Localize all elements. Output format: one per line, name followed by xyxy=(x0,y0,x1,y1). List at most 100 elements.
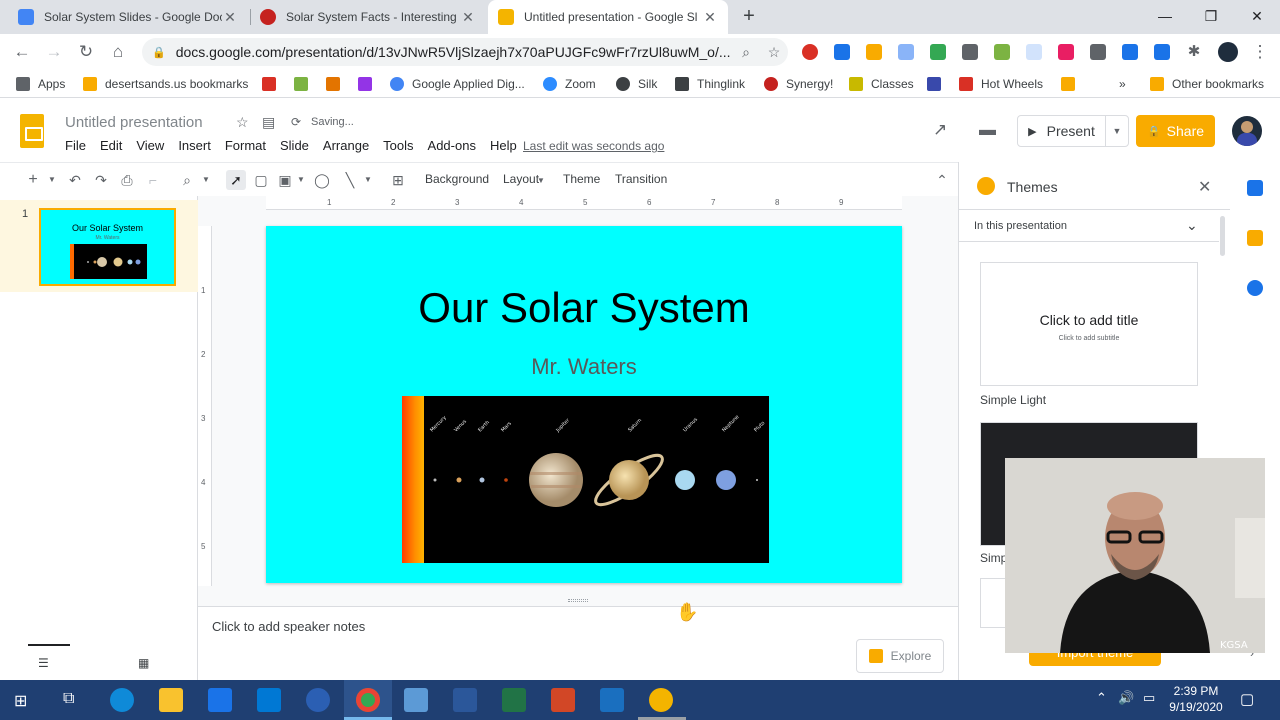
solar-system-image[interactable]: Mercury Venus Earth Mars Jupiter Saturn … xyxy=(402,396,769,563)
close-tab-icon[interactable]: ✕ xyxy=(702,9,718,26)
image-dropdown-icon[interactable]: ▼ xyxy=(296,170,306,190)
screencast-icon[interactable] xyxy=(649,688,673,712)
publisher-icon[interactable] xyxy=(600,688,624,712)
browser-icon[interactable] xyxy=(306,688,330,712)
menu-tools[interactable]: Tools xyxy=(376,138,420,156)
collapse-toolbar-icon[interactable]: ⌃ xyxy=(933,170,951,190)
zoom-icon[interactable]: ⌕ xyxy=(732,44,760,61)
document-title[interactable]: Untitled presentation xyxy=(65,114,203,131)
menu-arrange[interactable]: Arrange xyxy=(316,138,376,156)
bookmark-google-applied[interactable]: Google Applied Dig... xyxy=(390,76,525,92)
file-explorer-icon[interactable] xyxy=(159,688,183,712)
new-slide-plus-icon[interactable]: + xyxy=(24,170,42,190)
zoom-dropdown-icon[interactable]: ▼ xyxy=(200,170,212,190)
image-icon[interactable]: ▣ xyxy=(276,170,294,190)
extension-icon[interactable] xyxy=(1090,44,1106,60)
close-tab-icon[interactable]: ✕ xyxy=(460,9,476,26)
extension-icon[interactable] xyxy=(834,44,850,60)
paint-format-icon[interactable]: ⌐ xyxy=(144,170,162,190)
bookmark-star-icon[interactable]: ☆ xyxy=(760,44,788,61)
bookmark-calendar[interactable] xyxy=(927,76,949,92)
tray-chevron-icon[interactable]: ⌃ xyxy=(1096,690,1107,706)
move-folder-icon[interactable]: ▤ xyxy=(262,114,275,131)
extension-icon[interactable] xyxy=(898,44,914,60)
activity-trend-icon[interactable]: ↗ xyxy=(933,120,947,140)
browser-tab-docs[interactable]: Solar System Slides - Google Doc ✕ xyxy=(8,0,248,34)
slide-subtitle[interactable]: Mr. Waters xyxy=(266,354,902,380)
extensions-puzzle-icon[interactable]: ✱ xyxy=(1182,40,1206,64)
acrobat-icon[interactable] xyxy=(551,688,575,712)
bookmark-heart[interactable] xyxy=(262,76,284,92)
menu-edit[interactable]: Edit xyxy=(93,138,129,156)
explore-button[interactable]: Explore xyxy=(856,639,944,673)
bookmark-other[interactable]: Other bookmarks xyxy=(1150,76,1264,92)
edge-icon[interactable] xyxy=(110,688,134,712)
redo-icon[interactable]: ↷ xyxy=(92,170,110,190)
store-icon[interactable] xyxy=(208,688,232,712)
task-view-icon[interactable]: ⧉ xyxy=(63,690,74,708)
bookmark-rainbow[interactable] xyxy=(358,76,380,92)
chrome-icon[interactable] xyxy=(356,688,380,712)
bookmark-yellow[interactable] xyxy=(1061,76,1083,92)
line-dropdown-icon[interactable]: ▼ xyxy=(362,170,374,190)
new-tab-button[interactable]: + xyxy=(738,5,760,27)
theme-button[interactable]: Theme xyxy=(563,172,600,186)
google-slides-logo-icon[interactable] xyxy=(20,114,44,148)
bookmark-hot-wheels[interactable]: Hot Wheels xyxy=(959,76,1043,92)
bookmark-silk[interactable]: Silk xyxy=(616,76,657,92)
menu-insert[interactable]: Insert xyxy=(171,138,218,156)
keep-icon[interactable] xyxy=(1247,230,1263,246)
slide-canvas[interactable]: Our Solar System Mr. Waters Mercury Venu… xyxy=(266,226,902,583)
minimize-button[interactable]: — xyxy=(1142,0,1188,34)
address-bar[interactable]: 🔒 docs.google.com/presentation/d/13vJNwR… xyxy=(142,38,788,66)
taskbar-clock[interactable]: 2:39 PM 9/19/2020 xyxy=(1168,683,1224,715)
windows-start-icon[interactable]: ⊞ xyxy=(14,691,27,711)
close-tab-icon[interactable]: ✕ xyxy=(222,9,238,26)
notifications-icon[interactable]: ▢ xyxy=(1240,690,1254,708)
bookmark-thinglink[interactable]: Thinglink xyxy=(675,76,745,92)
undo-icon[interactable]: ↶ xyxy=(66,170,84,190)
browser-tab-slides[interactable]: Untitled presentation - Google Sl ✕ xyxy=(488,0,728,34)
bookmark-synergy[interactable]: Synergy! xyxy=(764,76,833,92)
filmstrip-slide-1[interactable]: 1 Our Solar System Mr. Waters xyxy=(0,200,198,292)
shape-icon[interactable]: ◯ xyxy=(313,170,331,190)
theme-card-simple-light[interactable]: Click to add title Click to add subtitle xyxy=(980,262,1198,386)
slide-title[interactable]: Our Solar System xyxy=(266,284,902,332)
transition-button[interactable]: Transition xyxy=(615,172,667,186)
text-box-icon[interactable]: ▢ xyxy=(252,170,270,190)
menu-slide[interactable]: Slide xyxy=(273,138,316,156)
extension-icon[interactable] xyxy=(802,44,818,60)
extension-icon[interactable] xyxy=(866,44,882,60)
back-icon[interactable]: ← xyxy=(10,40,34,64)
bookmark-desertsands[interactable]: desertsands.us bookmarks xyxy=(83,76,248,92)
zoom-icon[interactable]: ⌕ xyxy=(178,170,196,190)
browser-tab-facts[interactable]: Solar System Facts - Interesting F ✕ xyxy=(250,0,486,34)
menu-format[interactable]: Format xyxy=(218,138,273,156)
layout-dropdown-icon[interactable]: ▼ xyxy=(536,171,546,191)
excel-icon[interactable] xyxy=(502,688,526,712)
menu-file[interactable]: File xyxy=(58,138,93,156)
account-avatar[interactable] xyxy=(1232,116,1262,146)
forward-icon[interactable]: → xyxy=(42,40,66,64)
background-button[interactable]: Background xyxy=(425,172,489,186)
share-button[interactable]: 🔒 Share xyxy=(1136,115,1215,147)
bookmark-classes[interactable]: Classes xyxy=(849,76,914,92)
menu-view[interactable]: View xyxy=(129,138,171,156)
mail-icon[interactable] xyxy=(257,688,281,712)
volume-icon[interactable]: 🔊 xyxy=(1118,690,1134,706)
extension-icon[interactable] xyxy=(1122,44,1138,60)
present-button[interactable]: ▶ Present xyxy=(1018,116,1106,146)
profile-avatar[interactable] xyxy=(1218,42,1238,62)
extension-icon[interactable] xyxy=(1058,44,1074,60)
screenshot-icon[interactable] xyxy=(962,44,978,60)
restore-button[interactable]: ❐ xyxy=(1188,0,1234,34)
google-drive-icon[interactable] xyxy=(930,44,946,60)
themes-filter-dropdown[interactable]: In this presentation ⌄ xyxy=(959,210,1219,242)
grid-view-icon[interactable]: ▦ xyxy=(138,656,149,670)
new-slide-dropdown-icon[interactable]: ▼ xyxy=(45,170,59,190)
comment-icon[interactable]: ▬ xyxy=(979,120,996,140)
star-icon[interactable]: ☆ xyxy=(236,114,249,131)
more-bookmarks-button[interactable]: » xyxy=(1119,76,1126,92)
layout-button[interactable]: Layout xyxy=(503,172,539,186)
present-dropdown-icon[interactable]: ▼ xyxy=(1106,126,1128,136)
